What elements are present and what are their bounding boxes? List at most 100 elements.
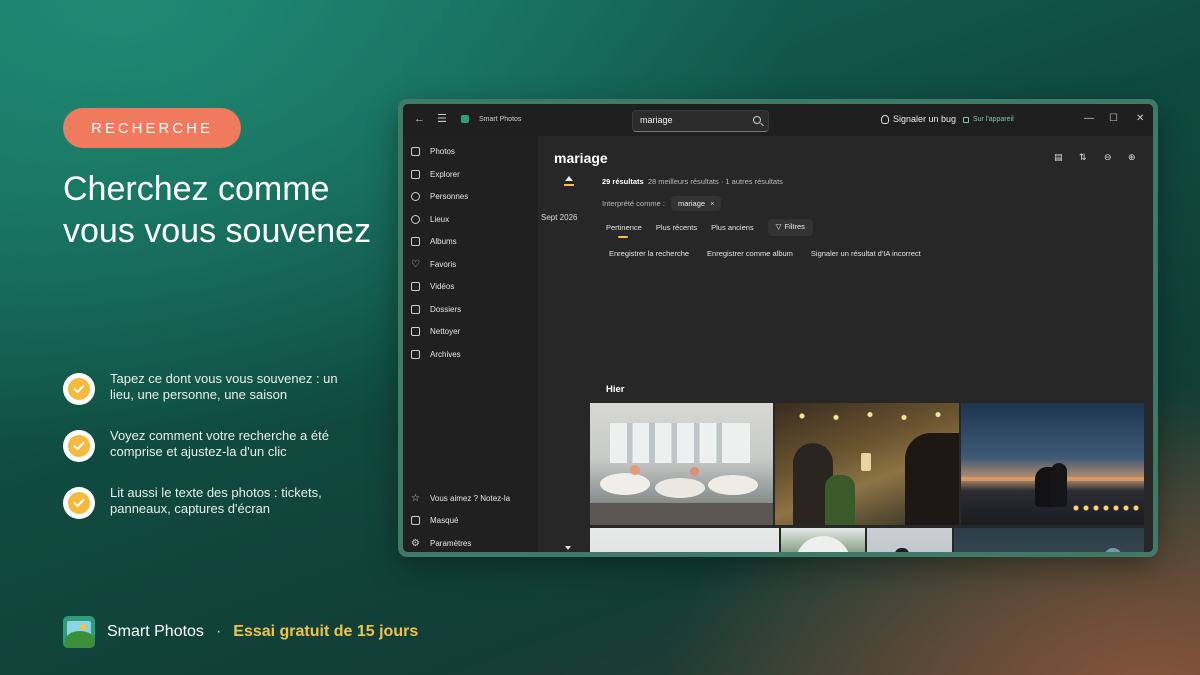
photos-icon: [411, 146, 420, 156]
photo-thumbnail[interactable]: [590, 528, 779, 552]
explore-icon: [411, 169, 420, 179]
sidebar-item-label: Masqué: [430, 515, 459, 525]
sidebar-item-label: Albums: [430, 236, 457, 246]
check-icon: [63, 430, 95, 462]
sidebar-item-label: Paramètres: [430, 538, 472, 548]
app-title: Smart Photos: [479, 116, 522, 123]
chip-label: mariage: [677, 199, 706, 208]
places-icon: [411, 214, 420, 224]
report-ai-result-button[interactable]: Signaler un résultat d'IA incorrect: [811, 249, 921, 258]
sidebar-item-clean[interactable]: Nettoyer: [411, 321, 535, 341]
page-title: mariage: [554, 150, 608, 166]
check-icon: [63, 373, 95, 405]
sidebar-item-videos[interactable]: Vidéos: [411, 276, 535, 296]
filter-icon: ▽: [775, 222, 782, 231]
sort-tabs: Pertinence Plus récents Plus anciens ▽ Fi…: [606, 219, 827, 238]
back-arrow-icon[interactable]: ←: [414, 114, 425, 125]
photo-thumbnail[interactable]: [954, 528, 1144, 552]
check-icon: [63, 487, 95, 519]
lock-icon: [963, 116, 969, 123]
interpreted-chip[interactable]: mariage ×: [670, 196, 722, 211]
sidebar-item-label: Personnes: [430, 191, 469, 201]
photo-thumbnail[interactable]: [961, 403, 1144, 525]
results-detail: 28 meilleurs résultats · 1 autres résult…: [647, 177, 783, 186]
filters-label: Filtres: [784, 222, 805, 231]
on-device-label: Sur l'appareil: [973, 116, 1014, 123]
sidebar-item-albums[interactable]: Albums: [411, 231, 535, 251]
category-badge: RECHERCHE: [63, 108, 241, 148]
title-bar: ← ☰ Smart Photos mariage Signaler un bug…: [403, 104, 1153, 136]
heart-icon: ♡: [411, 258, 420, 270]
albums-icon: [411, 236, 420, 246]
timeline-down-arrow-icon[interactable]: [565, 546, 571, 550]
report-bug-button[interactable]: Signaler un bug: [881, 114, 956, 124]
footer-app-name: Smart Photos: [107, 623, 204, 640]
footer: Smart Photos · Essai gratuit de 15 jours: [63, 616, 418, 648]
hamburger-menu-icon[interactable]: ☰: [437, 114, 447, 125]
trash-icon: [411, 326, 420, 336]
sort-icon[interactable]: ⇅: [1079, 152, 1087, 163]
lock-icon: [411, 515, 420, 525]
sidebar-item-label: Archives: [430, 349, 461, 359]
feature-item: Lit aussi le texte des photos : tickets,…: [63, 485, 353, 519]
sidebar-item-label: Photos: [430, 146, 455, 156]
sidebar-item-rate[interactable]: ☆ Vous aimez ? Notez-la: [411, 488, 535, 508]
sidebar-item-favorites[interactable]: ♡ Favoris: [411, 254, 535, 274]
photo-thumbnail[interactable]: [867, 528, 952, 552]
search-value: mariage: [640, 115, 673, 125]
archive-icon: [411, 349, 420, 359]
close-button[interactable]: ✕: [1136, 113, 1144, 124]
on-device-status: Sur l'appareil: [963, 116, 1014, 123]
footer-separator: ·: [215, 623, 222, 640]
section-title: Hier: [606, 384, 625, 395]
photo-thumbnail[interactable]: [775, 403, 959, 525]
feature-list: Tapez ce dont vous vous souvenez : un li…: [63, 371, 353, 542]
feature-item: Voyez comment votre recherche a été comp…: [63, 428, 353, 462]
sidebar-item-label: Lieux: [430, 214, 450, 224]
star-icon: ☆: [411, 492, 420, 504]
sidebar-item-label: Favoris: [430, 259, 457, 269]
save-as-album-button[interactable]: Enregistrer comme album: [707, 249, 793, 258]
sidebar-item-places[interactable]: Lieux: [411, 209, 535, 229]
timeline-scrubber[interactable]: Sept 2026: [538, 136, 586, 552]
app-window-frame: ← ☰ Smart Photos mariage Signaler un bug…: [398, 99, 1158, 557]
sidebar-item-archives[interactable]: Archives: [411, 344, 535, 364]
timeline-up-arrow-icon[interactable]: [565, 176, 573, 181]
maximize-button[interactable]: ☐: [1109, 113, 1118, 124]
search-icon[interactable]: [753, 116, 761, 124]
filters-button[interactable]: ▽ Filtres: [767, 219, 813, 236]
tab-relevance[interactable]: Pertinence: [606, 222, 642, 238]
search-input[interactable]: mariage: [632, 110, 769, 132]
save-search-button[interactable]: Enregistrer la recherche: [609, 249, 689, 258]
sidebar-item-folders[interactable]: Dossiers: [411, 299, 535, 319]
feature-text: Lit aussi le texte des photos : tickets,…: [110, 485, 322, 516]
interpretation-row: Interprété comme : mariage ×: [602, 196, 722, 211]
report-bug-label: Signaler un bug: [893, 114, 957, 124]
sidebar: Photos Explorer Personnes Lieux Albums ♡…: [403, 136, 538, 552]
tab-oldest[interactable]: Plus anciens: [711, 222, 754, 238]
sidebar-item-photos[interactable]: Photos: [411, 141, 535, 161]
chip-remove-icon[interactable]: ×: [710, 199, 714, 208]
gear-icon: ⚙: [411, 537, 420, 549]
details-icon[interactable]: ▤: [1054, 152, 1063, 163]
zoom-in-icon[interactable]: ⊕: [1128, 152, 1136, 163]
app-icon: [461, 115, 469, 123]
sidebar-item-settings[interactable]: ⚙ Paramètres: [411, 533, 535, 552]
photo-thumbnail[interactable]: [781, 528, 865, 552]
feature-item: Tapez ce dont vous vous souvenez : un li…: [63, 371, 353, 405]
footer-trial: Essai gratuit de 15 jours: [233, 623, 419, 640]
results-summary: 29 résultats 28 meilleurs résultats · 1 …: [602, 177, 783, 186]
interpreted-label: Interprété comme :: [602, 199, 665, 208]
timeline-date[interactable]: Sept 2026: [541, 213, 577, 222]
sidebar-item-explorer[interactable]: Explorer: [411, 164, 535, 184]
action-row: Enregistrer la recherche Enregistrer com…: [609, 249, 939, 258]
photo-thumbnail[interactable]: [590, 403, 773, 525]
timeline-marker: [564, 184, 574, 186]
tab-newest[interactable]: Plus récents: [656, 222, 697, 238]
sidebar-item-people[interactable]: Personnes: [411, 186, 535, 206]
sidebar-item-label: Explorer: [430, 169, 460, 179]
app-window: ← ☰ Smart Photos mariage Signaler un bug…: [403, 104, 1153, 552]
zoom-out-icon[interactable]: ⊖: [1104, 152, 1112, 163]
minimize-button[interactable]: —: [1084, 113, 1094, 124]
sidebar-item-hidden[interactable]: Masqué: [411, 510, 535, 530]
